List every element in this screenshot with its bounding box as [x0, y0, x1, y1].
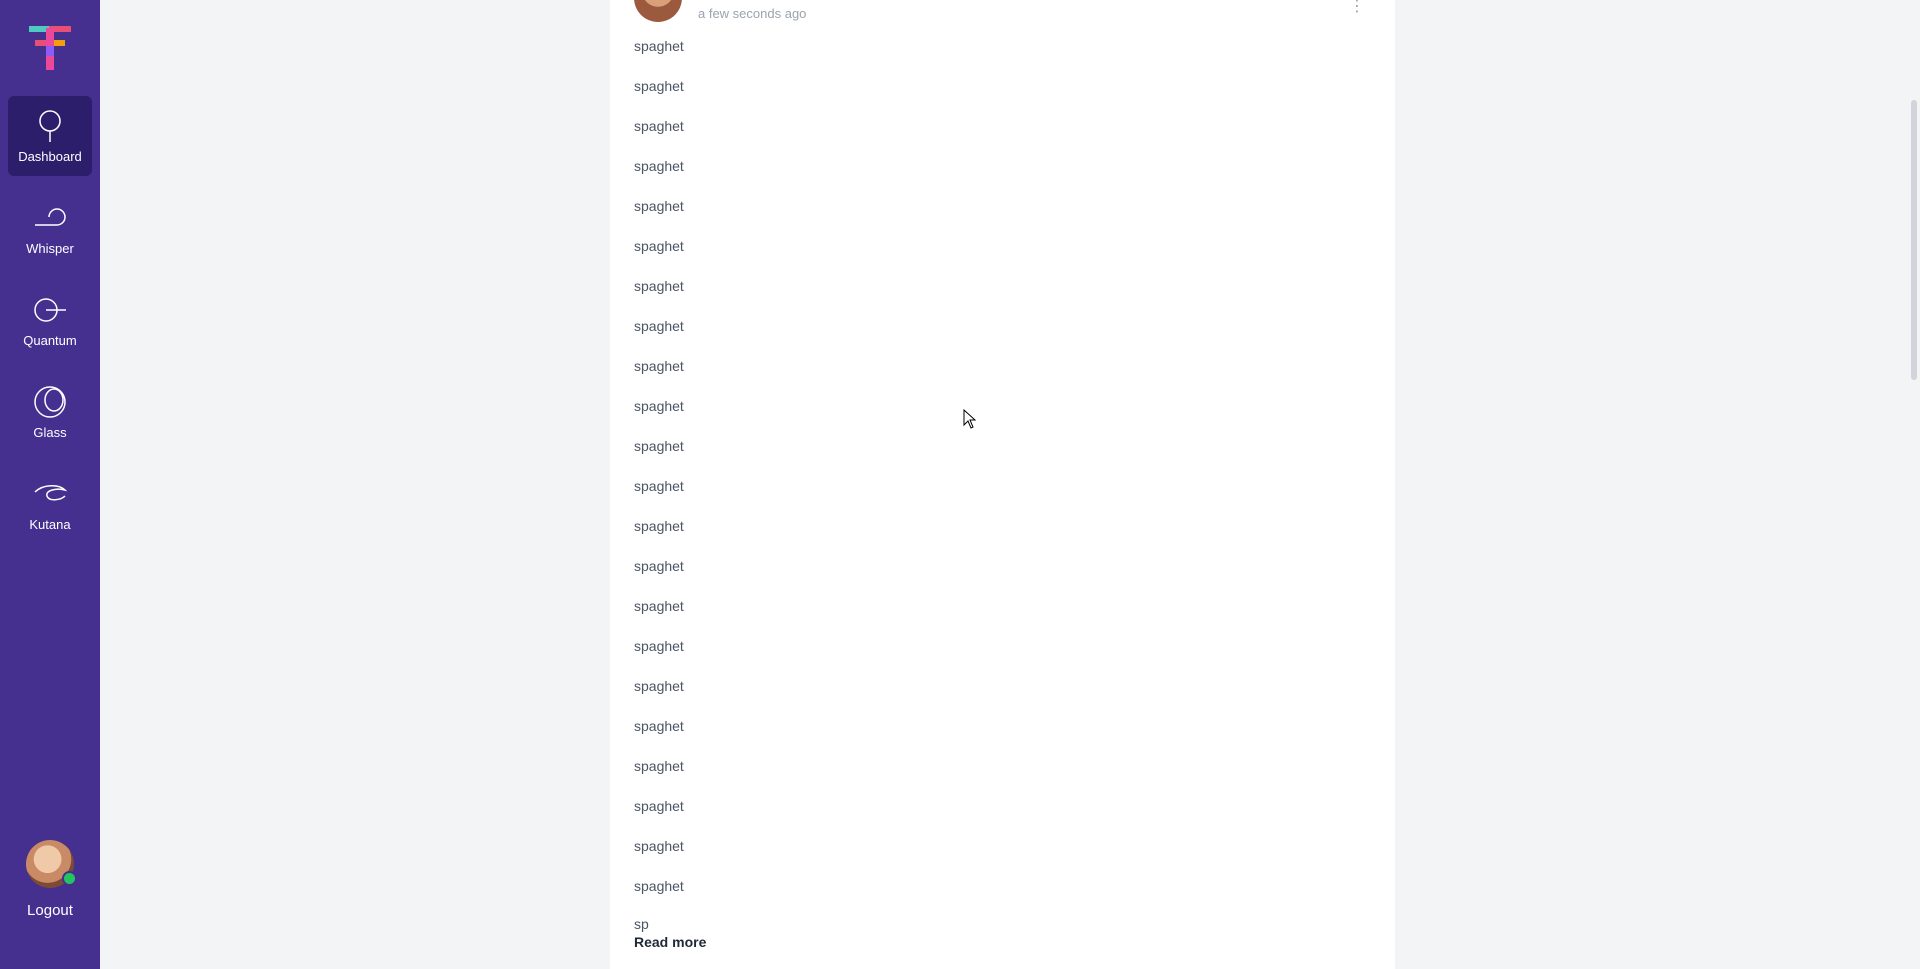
- post-text-line: spaghet: [634, 518, 684, 534]
- post-text-line: spaghet: [634, 158, 684, 174]
- post-author-avatar[interactable]: [634, 0, 682, 22]
- sidebar-item-label: Glass: [33, 424, 67, 440]
- sidebar-item-label: Whisper: [26, 240, 74, 256]
- post-text-line: spaghet: [634, 118, 684, 134]
- post-text-line: spaghet: [634, 318, 684, 334]
- post-text-line: spaghet: [634, 198, 684, 214]
- sidebar-item-whisper[interactable]: Whisper: [8, 188, 92, 268]
- sidebar-nav: Dashboard Whisper Quantum Glass Kutana: [0, 96, 100, 556]
- post-text-line: spaghet: [634, 78, 684, 94]
- post-text-line: spaghet: [634, 398, 684, 414]
- read-more-link[interactable]: Read more: [634, 934, 706, 950]
- post-text-line: spaghet: [634, 718, 684, 734]
- post-text-line: spaghet: [634, 478, 684, 494]
- post-text-truncated: sp: [634, 916, 649, 932]
- post-text-line: spaghet: [634, 558, 684, 574]
- sidebar-user: Logout: [0, 840, 100, 919]
- sidebar: Dashboard Whisper Quantum Glass Kutana L…: [0, 0, 100, 969]
- post-card: a few seconds ago ⋮ spaghet spaghet spaghe…: [610, 0, 1395, 969]
- post-text-line: spaghet: [634, 278, 684, 294]
- online-status-indicator: [62, 871, 77, 886]
- kutana-icon: [33, 477, 67, 511]
- page-scrollbar[interactable]: [1906, 0, 1920, 969]
- post-text-line: spaghet: [634, 878, 684, 894]
- sidebar-item-kutana[interactable]: Kutana: [8, 464, 92, 544]
- post-text-line: spaghet: [634, 838, 684, 854]
- app-logo[interactable]: [25, 22, 75, 72]
- user-avatar[interactable]: [26, 840, 77, 888]
- sidebar-item-quantum[interactable]: Quantum: [8, 280, 92, 360]
- sidebar-item-glass[interactable]: Glass: [8, 372, 92, 452]
- glass-icon: [33, 385, 67, 419]
- post-text-line: spaghet: [634, 438, 684, 454]
- post-timestamp: a few seconds ago: [698, 5, 807, 21]
- post-text-line: spaghet: [634, 798, 684, 814]
- post-body: spaghet spaghet spaghet spaghet spaghet spagh…: [634, 36, 706, 950]
- post-text-line: spaghet: [634, 358, 684, 374]
- sidebar-item-dashboard[interactable]: Dashboard: [8, 96, 92, 176]
- whisper-icon: [33, 201, 67, 235]
- sidebar-item-label: Dashboard: [18, 148, 82, 164]
- post-menu-icon[interactable]: ⋮: [1349, 0, 1365, 16]
- sidebar-item-label: Quantum: [23, 332, 77, 348]
- logout-button[interactable]: Logout: [27, 902, 73, 919]
- post-text-line: spaghet: [634, 638, 684, 654]
- post-text-line: spaghet: [634, 678, 684, 694]
- scrollbar-thumb[interactable]: [1911, 100, 1917, 380]
- post-text-line: spaghet: [634, 598, 684, 614]
- quantum-icon: [33, 293, 67, 327]
- mouse-cursor-icon: [963, 409, 977, 429]
- post-text-line: spaghet: [634, 238, 684, 254]
- dashboard-icon: [33, 109, 67, 143]
- sidebar-item-label: Kutana: [29, 516, 71, 532]
- post-header: a few seconds ago: [634, 0, 806, 22]
- post-text-line: spaghet: [634, 38, 684, 54]
- post-text-line: spaghet: [634, 758, 684, 774]
